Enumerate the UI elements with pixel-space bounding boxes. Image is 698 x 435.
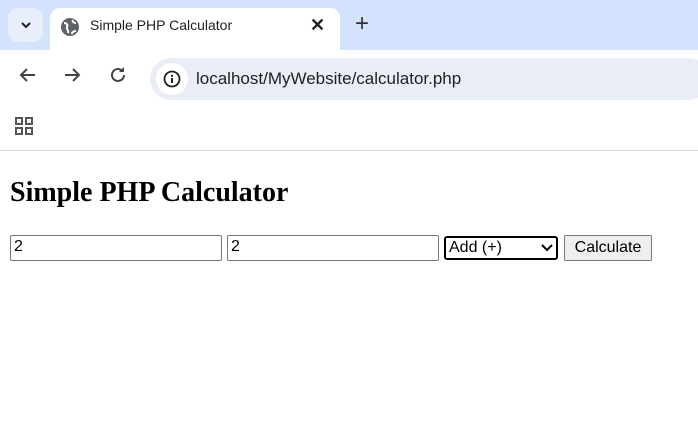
apps-grid-icon[interactable] xyxy=(15,117,33,135)
globe-icon xyxy=(61,18,79,36)
operation-select[interactable]: Add (+) xyxy=(444,236,558,260)
toolbar: localhost/MyWebsite/calculator.php xyxy=(0,50,698,103)
first-number-input[interactable]: 2 xyxy=(10,235,222,261)
tab-title: Simple PHP Calculator xyxy=(90,17,233,33)
address-bar[interactable]: localhost/MyWebsite/calculator.php xyxy=(150,58,698,100)
chevron-down-icon xyxy=(20,22,31,29)
chevron-down-icon xyxy=(541,244,553,252)
back-icon[interactable] xyxy=(18,65,38,85)
url-text: localhost/MyWebsite/calculator.php xyxy=(196,69,462,88)
second-number-input[interactable]: 2 xyxy=(227,235,439,261)
reload-icon[interactable] xyxy=(108,65,128,85)
tab-strip: Simple PHP Calculator ✕ + xyxy=(0,0,698,50)
forward-icon[interactable] xyxy=(62,65,82,85)
new-tab-button[interactable]: + xyxy=(355,10,369,38)
operation-selected: Add (+) xyxy=(449,239,502,256)
site-info-icon[interactable] xyxy=(156,63,188,95)
calculate-button[interactable]: Calculate xyxy=(564,235,652,261)
page-title: Simple PHP Calculator xyxy=(10,177,289,208)
tab-active[interactable]: Simple PHP Calculator ✕ xyxy=(50,8,340,50)
tab-search-button[interactable] xyxy=(8,8,43,42)
bookmarks-bar xyxy=(0,103,698,151)
close-tab-icon[interactable]: ✕ xyxy=(310,15,325,36)
